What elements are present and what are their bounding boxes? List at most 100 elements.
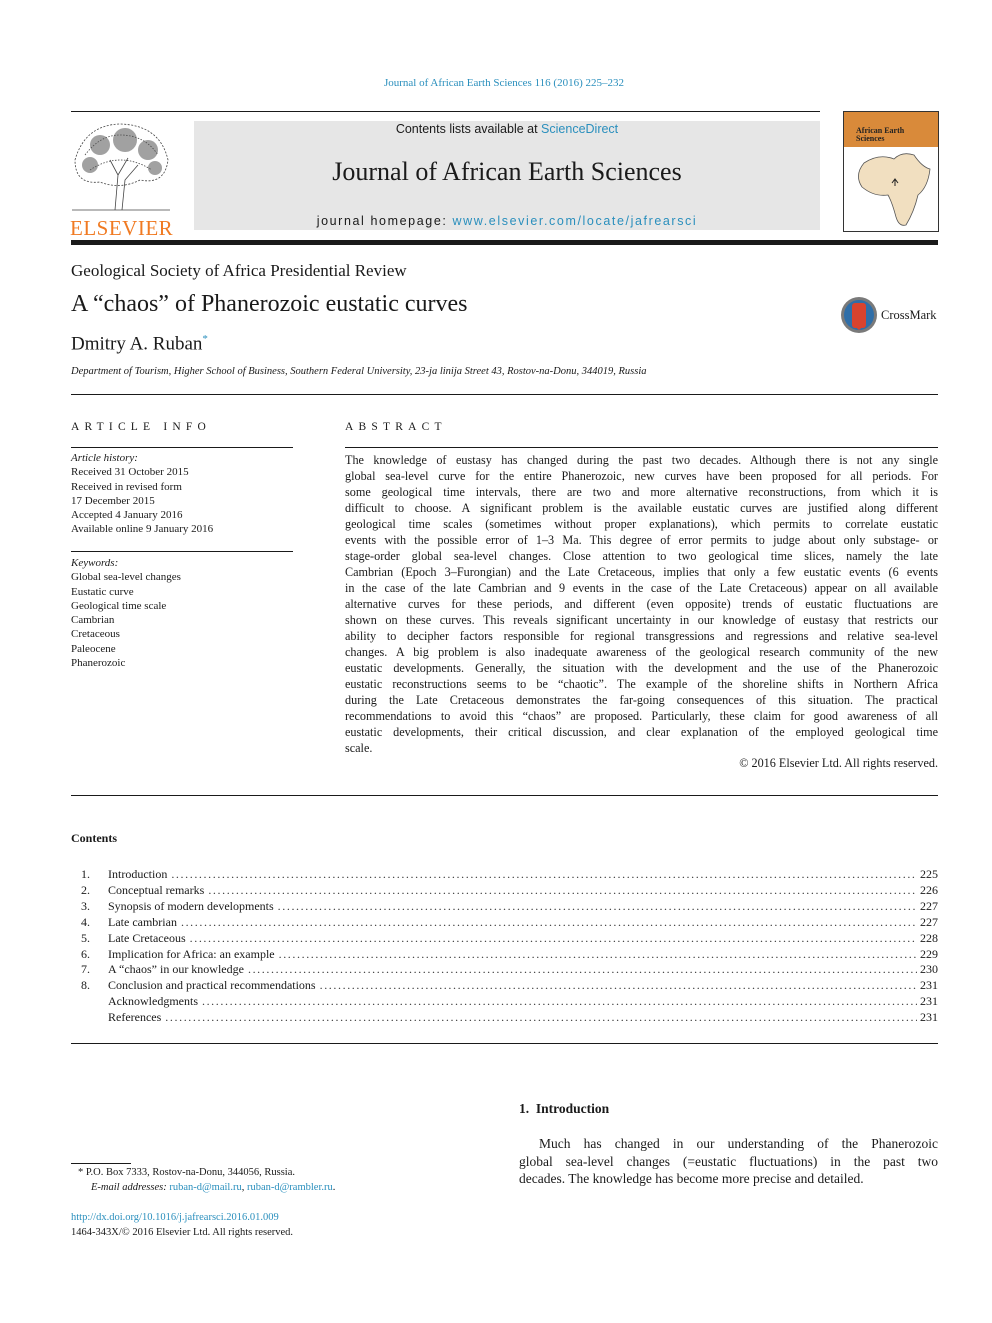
abstract-bottom-rule (71, 795, 938, 796)
abstract-body: The knowledge of eustasy has changed dur… (345, 452, 938, 756)
toc-number (81, 1009, 108, 1025)
article-title: A “chaos” of Phanerozoic eustatic curves (71, 291, 468, 317)
toc-entry[interactable]: References..............................… (81, 1009, 938, 1025)
history-item: Available online 9 January 2016 (71, 523, 214, 536)
toc-title[interactable]: Acknowledgments (108, 993, 202, 1009)
abstract-line: events with the possible error of 1–3 Ma… (345, 533, 938, 547)
author-name-line: Dmitry A. Ruban* (71, 333, 208, 355)
elsevier-wordmark: ELSEVIER (70, 216, 174, 240)
journal-header-box: Contents lists available at ScienceDirec… (194, 121, 820, 230)
toc-entry[interactable]: Acknowledgments.........................… (81, 993, 938, 1009)
contents-prefix: Contents lists available at (395, 122, 542, 136)
toc-title[interactable]: Conceptual remarks (108, 882, 208, 898)
abstract-copyright: © 2016 Elsevier Ltd. All rights reserved… (739, 756, 938, 770)
journal-citation-link[interactable]: Journal of African Earth Sciences 116 (2… (0, 77, 992, 89)
toc-leader: ........................................… (189, 930, 917, 945)
author-footnote-mark[interactable]: * (202, 333, 208, 345)
author-footnote: * P.O. Box 7333, Rostov-na-Donu, 344056,… (78, 1166, 295, 1180)
abstract-line: some geological time intervals, there ar… (345, 485, 938, 499)
toc-number: 7. (81, 962, 90, 977)
abstract-line: stage-order global sea-level changes. Cl… (345, 549, 938, 563)
africa-map-icon (858, 153, 931, 226)
history-item: Received 31 October 2015 (71, 466, 189, 479)
abstract-line: The knowledge of eustasy has changed dur… (345, 453, 938, 467)
toc-number: 6. (81, 946, 90, 961)
toc-number: 1. (81, 867, 90, 881)
abstract-line: changes. A big problem is also inadequat… (345, 645, 938, 659)
toc-entry[interactable]: 8. Conclusion and practical recommendatio… (81, 977, 938, 993)
history-label: Article history: (71, 452, 138, 464)
header-top-rule (71, 111, 820, 112)
toc-entry[interactable]: 5. Late Cretaceous.......................… (81, 930, 938, 946)
toc-entry[interactable]: 1. Introduction..........................… (81, 866, 938, 882)
title-bottom-rule (71, 394, 938, 395)
toc-title[interactable]: Late Cretaceous (108, 930, 190, 946)
author-affiliation: Department of Tourism, Higher School of … (71, 366, 647, 377)
toc-page: 228 (920, 930, 938, 945)
toc-title[interactable]: Conclusion and practical recommendations (108, 977, 320, 993)
elsevier-logo: ELSEVIER (70, 120, 173, 239)
doi-link[interactable]: http://dx.doi.org/10.1016/j.jafrearsci.2… (71, 1211, 279, 1225)
toc-title[interactable]: A “chaos” in our knowledge (108, 961, 248, 977)
abstract-line: shown on these curves. This reveals sign… (345, 613, 938, 627)
email-link[interactable]: ruban-d@mail.ru (169, 1182, 241, 1193)
toc-title[interactable]: Implication for Africa: an example (108, 946, 279, 962)
toc-entry[interactable]: 3. Synopsis of modern developments.......… (81, 898, 938, 914)
article-info-rule (71, 447, 293, 448)
toc-title[interactable]: References (108, 1009, 165, 1025)
keyword: Paleocene (71, 642, 116, 655)
article-info-heading: ARTICLE INFO (71, 421, 211, 433)
abstract-line: geological time scales (sometimes withou… (345, 517, 938, 531)
journal-cover-thumbnail[interactable]: African Earth Sciences (843, 111, 939, 232)
toc-entry[interactable]: 7. A “chaos” in our knowledge............… (81, 961, 938, 977)
toc-number: 3. (81, 898, 90, 913)
toc-title[interactable]: Late cambrian (108, 914, 181, 930)
keywords: Keywords: Global sea-level changes Eusta… (71, 556, 293, 670)
crossmark-icon (841, 297, 877, 333)
toc-leader: ........................................… (180, 914, 917, 929)
toc-page: 230 (920, 962, 938, 977)
abstract-heading: ABSTRACT (345, 421, 447, 433)
abstract-line: global sea-level curve for the entire Ph… (345, 469, 938, 483)
toc-entry[interactable]: 4. Late cambrian.........................… (81, 914, 938, 930)
journal-title: Journal of African Earth Sciences (332, 157, 682, 186)
email-link[interactable]: ruban-d@rambler.ru (247, 1182, 333, 1193)
abstract-line: alternative curves for these periods, an… (345, 597, 938, 611)
keyword: Cretaceous (71, 628, 120, 641)
crossmark-badge[interactable]: CrossMark (840, 296, 937, 334)
abstract-line: during the Late Cretaceous demonstrates … (345, 693, 938, 707)
cover-banner: African Earth Sciences (844, 112, 938, 147)
sciencedirect-link[interactable]: ScienceDirect (541, 122, 618, 136)
toc-page: 229 (920, 946, 938, 961)
email-addresses: E-mail addresses: ruban-d@mail.ru, ruban… (91, 1182, 336, 1193)
footnote-mark: * (78, 1167, 84, 1178)
toc-page: 231 (920, 978, 938, 993)
toc-title[interactable]: Synopsis of modern developments (108, 898, 278, 914)
toc-number (81, 993, 108, 1009)
article-section-type: Geological Society of Africa Presidentia… (71, 261, 407, 280)
toc-leader: ........................................… (278, 946, 917, 961)
homepage-link[interactable]: www.elsevier.com/locate/jafrearsci (453, 214, 698, 228)
abstract-line: scale. (345, 741, 373, 755)
toc-entry[interactable]: 2. Conceptual remarks....................… (81, 882, 938, 898)
abstract-line: eustatic developments, their critical di… (345, 725, 938, 739)
author-name[interactable]: Dmitry A. Ruban (71, 333, 202, 354)
toc-number: 8. (81, 978, 90, 993)
abstract-line: eustatic developments. Generally, the si… (345, 661, 938, 675)
abstract-line: ability to decipher factors responsible … (345, 629, 938, 643)
toc-page: 227 (920, 914, 938, 929)
footnote-address: P.O. Box 7333, Rostov-na-Donu, 344056, R… (85, 1167, 296, 1178)
toc-number: 4. (81, 914, 90, 929)
abstract-line: recommendations to avoid this “chaos” ar… (345, 709, 938, 723)
toc-entry[interactable]: 6. Implication for Africa: an example....… (81, 946, 938, 962)
introduction-line: global sea-level changes (=eustatic fluc… (519, 1153, 938, 1169)
toc-page: 231 (920, 994, 938, 1009)
toc-page: 231 (920, 1010, 938, 1025)
footnote-rule (71, 1163, 131, 1164)
keywords-rule (71, 551, 293, 552)
toc-title[interactable]: Introduction (108, 866, 171, 882)
contents-heading: Contents (71, 831, 118, 845)
email-label: E-mail addresses: (91, 1182, 170, 1193)
toc-leader: ........................................… (165, 1010, 917, 1025)
keyword: Phanerozoic (71, 657, 126, 670)
